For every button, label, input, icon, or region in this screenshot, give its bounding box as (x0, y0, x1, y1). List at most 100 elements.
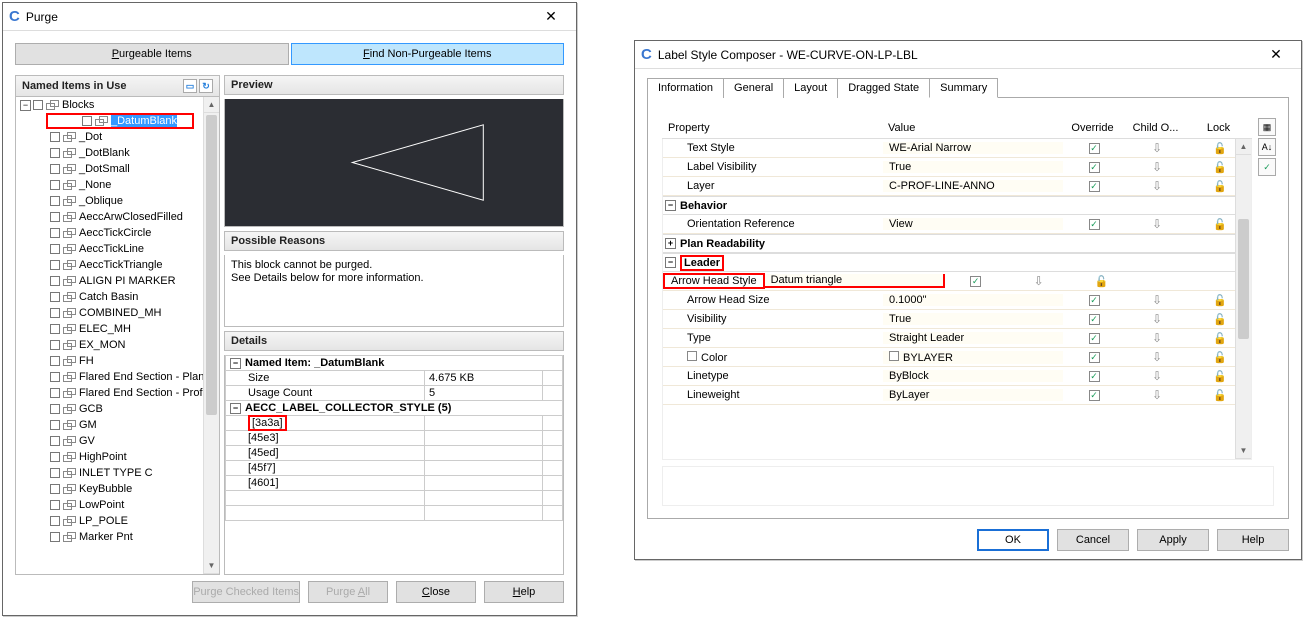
tree-item[interactable]: ALIGN PI MARKER (16, 273, 219, 289)
close-button[interactable]: Close (396, 581, 476, 603)
alpha-sort-icon[interactable]: A↓ (1258, 138, 1276, 156)
details-row-3a3a[interactable]: [3a3a] (248, 415, 287, 431)
lock-icon[interactable]: 🔓 (1213, 390, 1227, 402)
expand-all-icon[interactable]: ▭ (183, 79, 197, 93)
tree-item[interactable]: _DotBlank (16, 145, 219, 161)
tree-item[interactable]: GM (16, 417, 219, 433)
override-checkbox[interactable] (1089, 314, 1100, 325)
apply-button[interactable]: Apply (1137, 529, 1209, 551)
child-override-icon[interactable]: ⇩ (1152, 160, 1162, 174)
property-rows[interactable]: Text StyleWE-Arial Narrow⇩🔓Label Visibil… (662, 139, 1252, 460)
property-row[interactable]: ColorBYLAYER⇩🔓 (663, 348, 1251, 367)
tab-dragged-state[interactable]: Dragged State (837, 78, 930, 98)
override-checkbox[interactable] (1089, 371, 1100, 382)
child-override-icon[interactable]: ⇩ (1152, 293, 1162, 307)
filter-icon[interactable]: ✓ (1258, 158, 1276, 176)
child-override-icon[interactable]: ⇩ (1152, 312, 1162, 326)
tree-item[interactable]: Marker Pnt (16, 529, 219, 545)
help-button[interactable]: Help (484, 581, 564, 603)
tree-item[interactable]: AeccTickCircle (16, 225, 219, 241)
tab-information[interactable]: Information (647, 78, 724, 98)
tab-summary[interactable]: Summary (929, 78, 998, 98)
tree-root[interactable]: −Blocks (16, 97, 219, 113)
close-icon[interactable]: ✕ (532, 8, 570, 25)
purge-checked-button[interactable]: Purge Checked Items (192, 581, 300, 603)
tree-item[interactable]: GV (16, 433, 219, 449)
tree-item[interactable]: INLET TYPE C (16, 465, 219, 481)
child-override-icon[interactable]: ⇩ (1152, 388, 1162, 402)
child-override-icon[interactable]: ⇩ (1152, 179, 1162, 193)
override-checkbox[interactable] (1089, 333, 1100, 344)
categorize-icon[interactable]: ▦ (1258, 118, 1276, 136)
tree-item[interactable]: EX_MON (16, 337, 219, 353)
property-row[interactable]: Label VisibilityTrue⇩🔓 (663, 158, 1251, 177)
child-override-icon[interactable]: ⇩ (1152, 350, 1162, 364)
lock-icon[interactable]: 🔓 (1213, 181, 1227, 193)
property-row[interactable]: VisibilityTrue⇩🔓 (663, 310, 1251, 329)
lock-icon[interactable]: 🔓 (1213, 314, 1227, 326)
tree-item[interactable]: KeyBubble (16, 481, 219, 497)
tab-layout[interactable]: Layout (783, 78, 838, 98)
override-checkbox[interactable] (1089, 143, 1100, 154)
items-tree[interactable]: −Blocks_DatumBlank_Dot_DotBlank_DotSmall… (15, 97, 220, 575)
child-override-icon[interactable]: ⇩ (1034, 274, 1044, 288)
scrollbar[interactable]: ▲ ▼ (1235, 139, 1251, 459)
tree-item[interactable]: Flared End Section - Prof (16, 385, 219, 401)
purgeable-items-button[interactable]: PPurgeable Itemsurgeable Items (15, 43, 289, 65)
tree-item-datumblank[interactable]: _DatumBlank (46, 113, 194, 129)
tree-item[interactable]: Flared End Section - Plan (16, 369, 219, 385)
lock-icon[interactable]: 🔓 (1213, 371, 1227, 383)
lock-icon[interactable]: 🔓 (1213, 295, 1227, 307)
property-group[interactable]: −Behavior (663, 196, 1251, 215)
scroll-down-icon[interactable]: ▼ (1236, 443, 1251, 459)
details-row[interactable]: [45e3] (226, 431, 425, 446)
tree-item[interactable]: GCB (16, 401, 219, 417)
tree-item[interactable]: FH (16, 353, 219, 369)
tree-item[interactable]: _None (16, 177, 219, 193)
find-non-purgeable-button[interactable]: Find Non-Purgeable Items (291, 43, 565, 65)
override-checkbox[interactable] (1089, 219, 1100, 230)
property-row[interactable]: Orientation ReferenceView⇩🔓 (663, 215, 1251, 234)
child-override-icon[interactable]: ⇩ (1152, 331, 1162, 345)
purge-all-button[interactable]: Purge All (308, 581, 388, 603)
lock-icon[interactable]: 🔓 (1213, 162, 1227, 174)
child-override-icon[interactable]: ⇩ (1152, 369, 1162, 383)
child-override-icon[interactable]: ⇩ (1152, 217, 1162, 231)
tree-item[interactable]: AeccArwClosedFilled (16, 209, 219, 225)
tree-item[interactable]: COMBINED_MH (16, 305, 219, 321)
cancel-button[interactable]: Cancel (1057, 529, 1129, 551)
override-checkbox[interactable] (1089, 181, 1100, 192)
tree-item[interactable]: AeccTickLine (16, 241, 219, 257)
ok-button[interactable]: OK (977, 529, 1049, 551)
property-row[interactable]: Arrow Head Size0.1000"⇩🔓 (663, 291, 1251, 310)
lock-icon[interactable]: 🔓 (1213, 219, 1227, 231)
property-row[interactable]: TypeStraight Leader⇩🔓 (663, 329, 1251, 348)
lock-icon[interactable]: 🔓 (1095, 276, 1109, 288)
property-row[interactable]: LayerC-PROF-LINE-ANNO⇩🔓 (663, 177, 1251, 196)
scrollbar[interactable]: ▲▼ (203, 97, 219, 574)
lock-icon[interactable]: 🔓 (1213, 143, 1227, 155)
override-checkbox[interactable] (970, 276, 981, 287)
property-row[interactable]: LinetypeByBlock⇩🔓 (663, 367, 1251, 386)
details-row[interactable]: [45f7] (226, 461, 425, 476)
tree-item[interactable]: _Oblique (16, 193, 219, 209)
override-checkbox[interactable] (1089, 162, 1100, 173)
override-checkbox[interactable] (1089, 390, 1100, 401)
tab-general[interactable]: General (723, 78, 784, 98)
property-group[interactable]: −Leader (663, 253, 1251, 272)
property-row[interactable]: LineweightByLayer⇩🔓 (663, 386, 1251, 405)
tree-item[interactable]: _DotSmall (16, 161, 219, 177)
details-row[interactable]: [45ed] (226, 446, 425, 461)
refresh-icon[interactable]: ↻ (199, 79, 213, 93)
tree-item[interactable]: Catch Basin (16, 289, 219, 305)
tree-item[interactable]: HighPoint (16, 449, 219, 465)
tree-item[interactable]: AeccTickTriangle (16, 257, 219, 273)
property-row[interactable]: Arrow Head StyleDatum triangle⇩🔓 (663, 272, 1251, 291)
override-checkbox[interactable] (1089, 352, 1100, 363)
property-row[interactable]: Text StyleWE-Arial Narrow⇩🔓 (663, 139, 1251, 158)
scroll-up-icon[interactable]: ▲ (1236, 139, 1251, 155)
tree-item[interactable]: LP_POLE (16, 513, 219, 529)
close-icon[interactable]: ✕ (1257, 46, 1295, 63)
details-row[interactable]: [4601] (226, 476, 425, 491)
tree-item[interactable]: _Dot (16, 129, 219, 145)
